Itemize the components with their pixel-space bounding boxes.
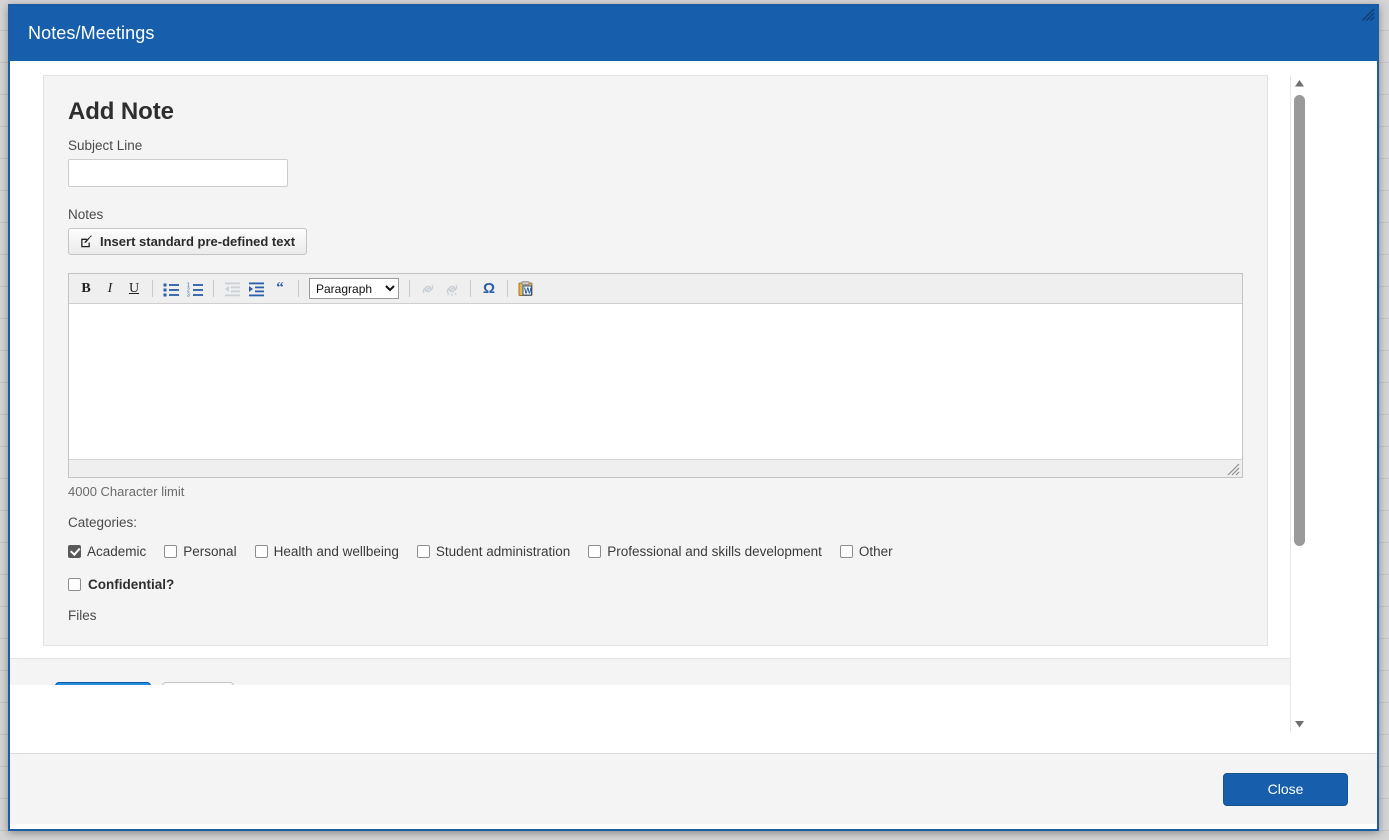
numbered-list-icon[interactable]: 123 [184, 278, 206, 300]
italic-icon[interactable]: I [99, 278, 121, 300]
categories-checkbox-group: Academic Personal Health and wellbeing Stud… [68, 544, 1243, 559]
toolbar-separator [213, 280, 214, 297]
editor-toolbar: B I U 1 2 3 “ Paragraph Ω W [69, 274, 1242, 304]
category-label: Professional and skills development [607, 544, 822, 559]
notes-editor-textarea[interactable] [69, 304, 1242, 459]
category-checkbox-item[interactable]: Student administration [416, 544, 571, 559]
category-label: Personal [183, 544, 237, 559]
notes-label: Notes [68, 207, 104, 222]
toolbar-separator [298, 280, 299, 297]
category-checkbox[interactable] [588, 545, 602, 558]
toolbar-separator [470, 280, 471, 297]
modal-titlebar: Notes/Meetings [10, 6, 1377, 61]
paragraph-format-select[interactable]: Paragraph [309, 278, 399, 299]
category-checkbox-item[interactable]: Professional and skills development [588, 544, 822, 559]
cancel-button[interactable]: Cancel [161, 681, 234, 685]
bulleted-list-icon[interactable] [160, 278, 182, 300]
paste-from-word-icon[interactable]: W [515, 278, 537, 300]
category-checkbox[interactable] [254, 545, 268, 558]
rich-text-editor: B I U 1 2 3 “ Paragraph Ω W [68, 273, 1243, 478]
category-label: Health and wellbeing [273, 544, 399, 559]
indent-icon[interactable] [245, 278, 267, 300]
category-checkbox[interactable] [839, 545, 853, 558]
page-title: Add Note [68, 98, 174, 125]
special-character-icon[interactable]: Ω [478, 278, 500, 300]
link-icon [417, 278, 439, 300]
confidential-checkbox[interactable] [68, 578, 81, 591]
confidential-label: Confidential? [88, 577, 175, 592]
unlink-icon [441, 278, 463, 300]
blockquote-icon[interactable]: “ [269, 278, 291, 300]
scrollbar-thumb[interactable] [1294, 95, 1305, 546]
files-label: Files [68, 608, 97, 623]
confidential-row[interactable]: Confidential? [68, 577, 1243, 592]
resize-grip-icon[interactable] [1361, 8, 1375, 22]
form-scrollbar[interactable] [1290, 75, 1307, 733]
category-label: Academic [87, 544, 147, 559]
underline-icon[interactable]: U [123, 278, 145, 300]
notes-meetings-modal: Notes/Meetings Add Note Subject Line Not… [8, 4, 1379, 831]
svg-text:3: 3 [187, 292, 190, 297]
category-checkbox[interactable] [164, 545, 178, 558]
save-note-button[interactable]: Save note [55, 681, 151, 685]
editor-statusbar [69, 459, 1242, 477]
form-scroll-viewport: Add Note Subject Line Notes Insert stand… [10, 61, 1296, 685]
toolbar-separator [152, 280, 153, 297]
form-action-bar: Save note Cancel [10, 658, 1296, 685]
toolbar-separator [409, 280, 410, 297]
toolbar-separator [507, 280, 508, 297]
category-checkbox[interactable] [68, 545, 81, 558]
modal-body: Add Note Subject Line Notes Insert stand… [10, 61, 1377, 829]
subject-line-label: Subject Line [68, 138, 143, 153]
category-checkbox[interactable] [416, 545, 430, 558]
modal-footer: Close [10, 754, 1377, 824]
insert-predefined-text-label: Insert standard pre-defined text [100, 234, 296, 249]
character-limit-text: 4000 Character limit [68, 484, 185, 499]
category-checkbox-item[interactable]: Academic [68, 544, 146, 559]
add-note-panel: Add Note Subject Line Notes Insert stand… [43, 75, 1268, 646]
pencil-square-icon [80, 235, 93, 248]
modal-title: Notes/Meetings [28, 23, 155, 43]
insert-predefined-text-button[interactable]: Insert standard pre-defined text [68, 228, 308, 255]
bold-icon[interactable]: B [75, 278, 97, 300]
resize-grip-icon[interactable] [1227, 463, 1240, 476]
category-label: Other [858, 544, 893, 559]
category-checkbox-item[interactable]: Other [839, 544, 893, 559]
category-label: Student administration [435, 544, 571, 559]
close-button[interactable]: Close [1223, 772, 1348, 806]
category-checkbox-item[interactable]: Personal [164, 544, 237, 559]
outdent-icon [221, 278, 243, 300]
triangle-up-icon[interactable] [1293, 77, 1306, 90]
categories-label: Categories: [68, 515, 138, 530]
subject-line-input[interactable] [68, 159, 288, 187]
triangle-down-icon[interactable] [1293, 718, 1306, 731]
svg-text:W: W [524, 286, 532, 295]
category-checkbox-item[interactable]: Health and wellbeing [254, 544, 399, 559]
